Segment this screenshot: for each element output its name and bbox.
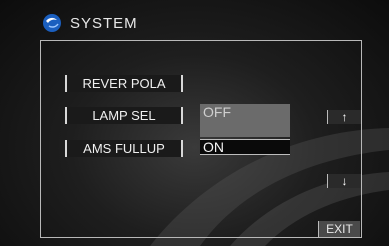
menu-header: SYSTEM: [42, 12, 138, 34]
exit-label: EXIT: [326, 222, 353, 236]
option-label: ON: [203, 139, 224, 155]
page-title: SYSTEM: [70, 14, 138, 32]
arrow-down-icon: ↓: [341, 174, 348, 188]
blue-orb-icon: [43, 14, 61, 32]
menu-item-rever-pola[interactable]: REVER POLA: [65, 75, 183, 92]
scroll-up-button[interactable]: ↑: [327, 110, 362, 124]
option-on[interactable]: ON: [200, 139, 290, 155]
menu-item-label: AMS FULLUP: [83, 141, 165, 156]
menu-item-label: REVER POLA: [82, 76, 166, 91]
system-menu-screen: SYSTEM REVER POLA LAMP SEL AMS FULLUP OF…: [0, 0, 389, 246]
menu-item-label: LAMP SEL: [92, 108, 156, 123]
scroll-down-button[interactable]: ↓: [327, 174, 362, 188]
menu-item-ams-fullup[interactable]: AMS FULLUP: [65, 140, 183, 157]
option-label: OFF: [203, 104, 231, 120]
exit-button[interactable]: EXIT: [318, 221, 360, 237]
arrow-up-icon: ↑: [341, 110, 348, 124]
option-off[interactable]: OFF: [200, 104, 290, 137]
menu-item-lamp-sel[interactable]: LAMP SEL: [65, 107, 183, 124]
